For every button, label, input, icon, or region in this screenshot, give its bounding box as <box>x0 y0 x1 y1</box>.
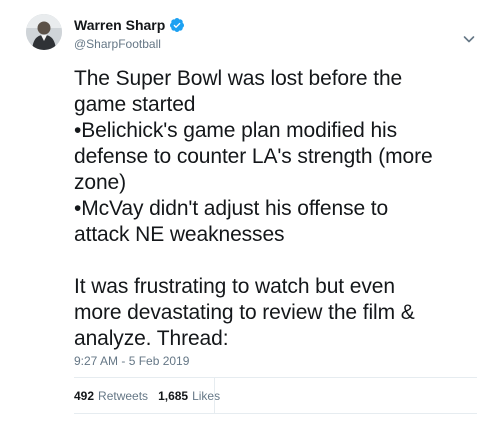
author-handle[interactable]: @SharpFootball <box>74 37 161 51</box>
verified-badge-icon <box>169 17 185 33</box>
author-name[interactable]: Warren Sharp <box>74 17 165 33</box>
retweets-label: Retweets <box>98 389 149 403</box>
likes-stat[interactable]: 1,685 Likes <box>158 389 220 403</box>
tweet-timestamp[interactable]: 9:27 AM - 5 Feb 2019 <box>74 354 189 368</box>
stats-divider-top <box>74 377 477 378</box>
stats-separator <box>214 378 215 413</box>
stats-divider-bottom <box>74 413 477 414</box>
chevron-down-icon[interactable] <box>461 31 477 47</box>
tweet-stats: 492 Retweets 1,685 Likes <box>74 389 220 403</box>
author-row: Warren Sharp <box>74 17 185 33</box>
tweet-text: The Super Bowl was lost before the game … <box>74 67 433 350</box>
retweets-stat[interactable]: 492 Retweets <box>74 389 148 403</box>
likes-label: Likes <box>192 389 221 403</box>
likes-count: 1,685 <box>158 389 189 403</box>
retweets-count: 492 <box>74 389 95 403</box>
avatar[interactable] <box>26 14 62 50</box>
tweet-card: Warren Sharp @SharpFootball The Super Bo… <box>0 0 492 422</box>
